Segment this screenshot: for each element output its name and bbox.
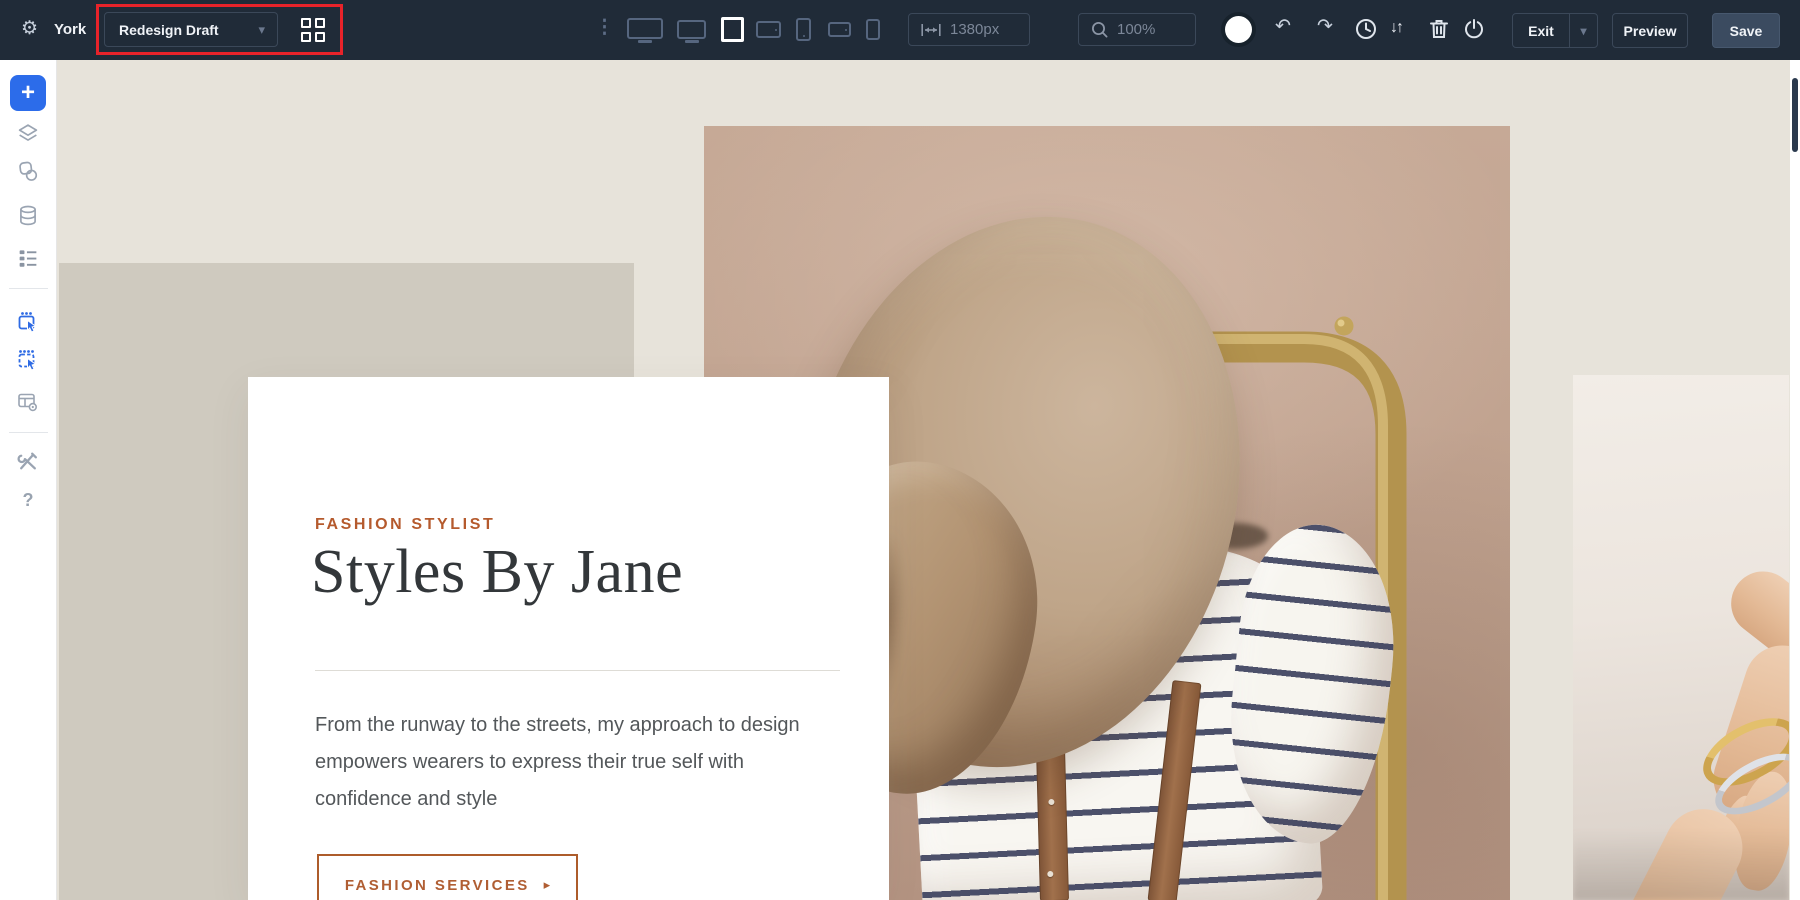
fashion-services-label: FASHION SERVICES bbox=[345, 877, 530, 894]
exit-button[interactable]: Exit ▾ bbox=[1512, 13, 1598, 48]
sidebar-divider bbox=[9, 432, 48, 433]
template-settings-icon[interactable] bbox=[16, 390, 40, 419]
arrow-right-icon: ▸ bbox=[544, 877, 551, 893]
floor-shadow bbox=[1573, 830, 1789, 900]
grid-square bbox=[315, 18, 325, 28]
help-icon[interactable]: ? bbox=[23, 490, 34, 511]
redo-icon[interactable]: ↷ bbox=[1317, 17, 1333, 37]
device-phone-small-button[interactable] bbox=[866, 19, 880, 40]
device-desktop-large-button[interactable] bbox=[627, 18, 663, 39]
divider bbox=[315, 670, 840, 671]
strap-stud bbox=[1048, 799, 1054, 805]
page-title: Styles By Jane bbox=[311, 537, 683, 608]
top-toolbar: ⚙ York Redesign Draft ▾ ⋮ 1380px bbox=[0, 0, 1800, 60]
intro-card-block[interactable]: FASHION STYLIST Styles By Jane From the … bbox=[248, 377, 889, 900]
fashion-services-button[interactable]: FASHION SERVICES ▸ bbox=[317, 854, 578, 900]
layers-icon[interactable] bbox=[17, 122, 40, 150]
intro-paragraph: From the runway to the streets, my appro… bbox=[315, 707, 840, 818]
undo-icon[interactable]: ↶ bbox=[1275, 17, 1291, 37]
shirt-stripes bbox=[1218, 518, 1406, 851]
grid-square bbox=[301, 32, 311, 42]
pages-grid-icon[interactable] bbox=[301, 18, 325, 42]
database-icon[interactable] bbox=[17, 204, 40, 232]
width-arrows-icon bbox=[921, 23, 941, 37]
tools-icon[interactable] bbox=[17, 450, 40, 478]
page-selector-dropdown[interactable]: Redesign Draft ▾ bbox=[104, 12, 278, 47]
settings-gear-icon[interactable]: ⚙ bbox=[21, 19, 38, 39]
grid-square bbox=[301, 18, 311, 28]
color-swatch-button[interactable] bbox=[1225, 16, 1252, 43]
canvas-scrollbar[interactable] bbox=[1790, 60, 1800, 900]
strap-stud bbox=[1047, 871, 1053, 877]
device-tablet-landscape-button[interactable] bbox=[756, 21, 781, 38]
preview-button[interactable]: Preview bbox=[1612, 13, 1688, 48]
magnifier-icon bbox=[1091, 21, 1108, 38]
builder-window: ⚙ York Redesign Draft ▾ ⋮ 1380px bbox=[0, 0, 1800, 900]
editor-canvas[interactable]: FASHION STYLIST Styles By Jane From the … bbox=[57, 60, 1800, 900]
side-photo-block[interactable] bbox=[1573, 375, 1789, 900]
add-element-button[interactable]: + bbox=[10, 75, 46, 111]
save-button[interactable]: Save bbox=[1712, 13, 1780, 48]
fields-list-icon[interactable] bbox=[17, 246, 40, 274]
device-phone-portrait-button[interactable] bbox=[796, 18, 811, 41]
device-phone-landscape-button[interactable] bbox=[828, 22, 851, 37]
page-selector-value: Redesign Draft bbox=[119, 22, 219, 38]
chevron-down-icon: ▾ bbox=[258, 22, 265, 38]
site-name: York bbox=[54, 21, 86, 38]
design-assets-icon[interactable] bbox=[17, 160, 40, 188]
zoom-input[interactable]: 100% bbox=[1078, 13, 1196, 46]
canvas-width-input[interactable]: 1380px bbox=[908, 13, 1030, 46]
zoom-value: 100% bbox=[1117, 21, 1155, 38]
select-tool-icon[interactable] bbox=[16, 310, 40, 339]
reorder-arrows-icon[interactable]: ↓↑ bbox=[1390, 18, 1402, 38]
exit-label: Exit bbox=[1513, 23, 1569, 39]
power-icon[interactable] bbox=[1462, 17, 1486, 46]
device-tablet-portrait-button[interactable] bbox=[721, 17, 744, 42]
more-options-icon[interactable]: ⋮ bbox=[595, 16, 614, 39]
chevron-down-icon: ▾ bbox=[1570, 24, 1597, 38]
eyebrow-label: FASHION STYLIST bbox=[315, 516, 495, 534]
grid-square bbox=[315, 32, 325, 42]
sidebar-divider bbox=[9, 288, 48, 289]
scrollbar-thumb[interactable] bbox=[1792, 78, 1798, 152]
trash-icon[interactable] bbox=[1427, 17, 1451, 46]
canvas-width-value: 1380px bbox=[950, 21, 999, 38]
history-clock-icon[interactable] bbox=[1354, 17, 1378, 46]
shirt-sleeve bbox=[1218, 518, 1406, 851]
device-desktop-button[interactable] bbox=[677, 20, 706, 39]
left-sidebar: + bbox=[0, 60, 57, 900]
multi-select-tool-icon[interactable] bbox=[16, 348, 40, 377]
